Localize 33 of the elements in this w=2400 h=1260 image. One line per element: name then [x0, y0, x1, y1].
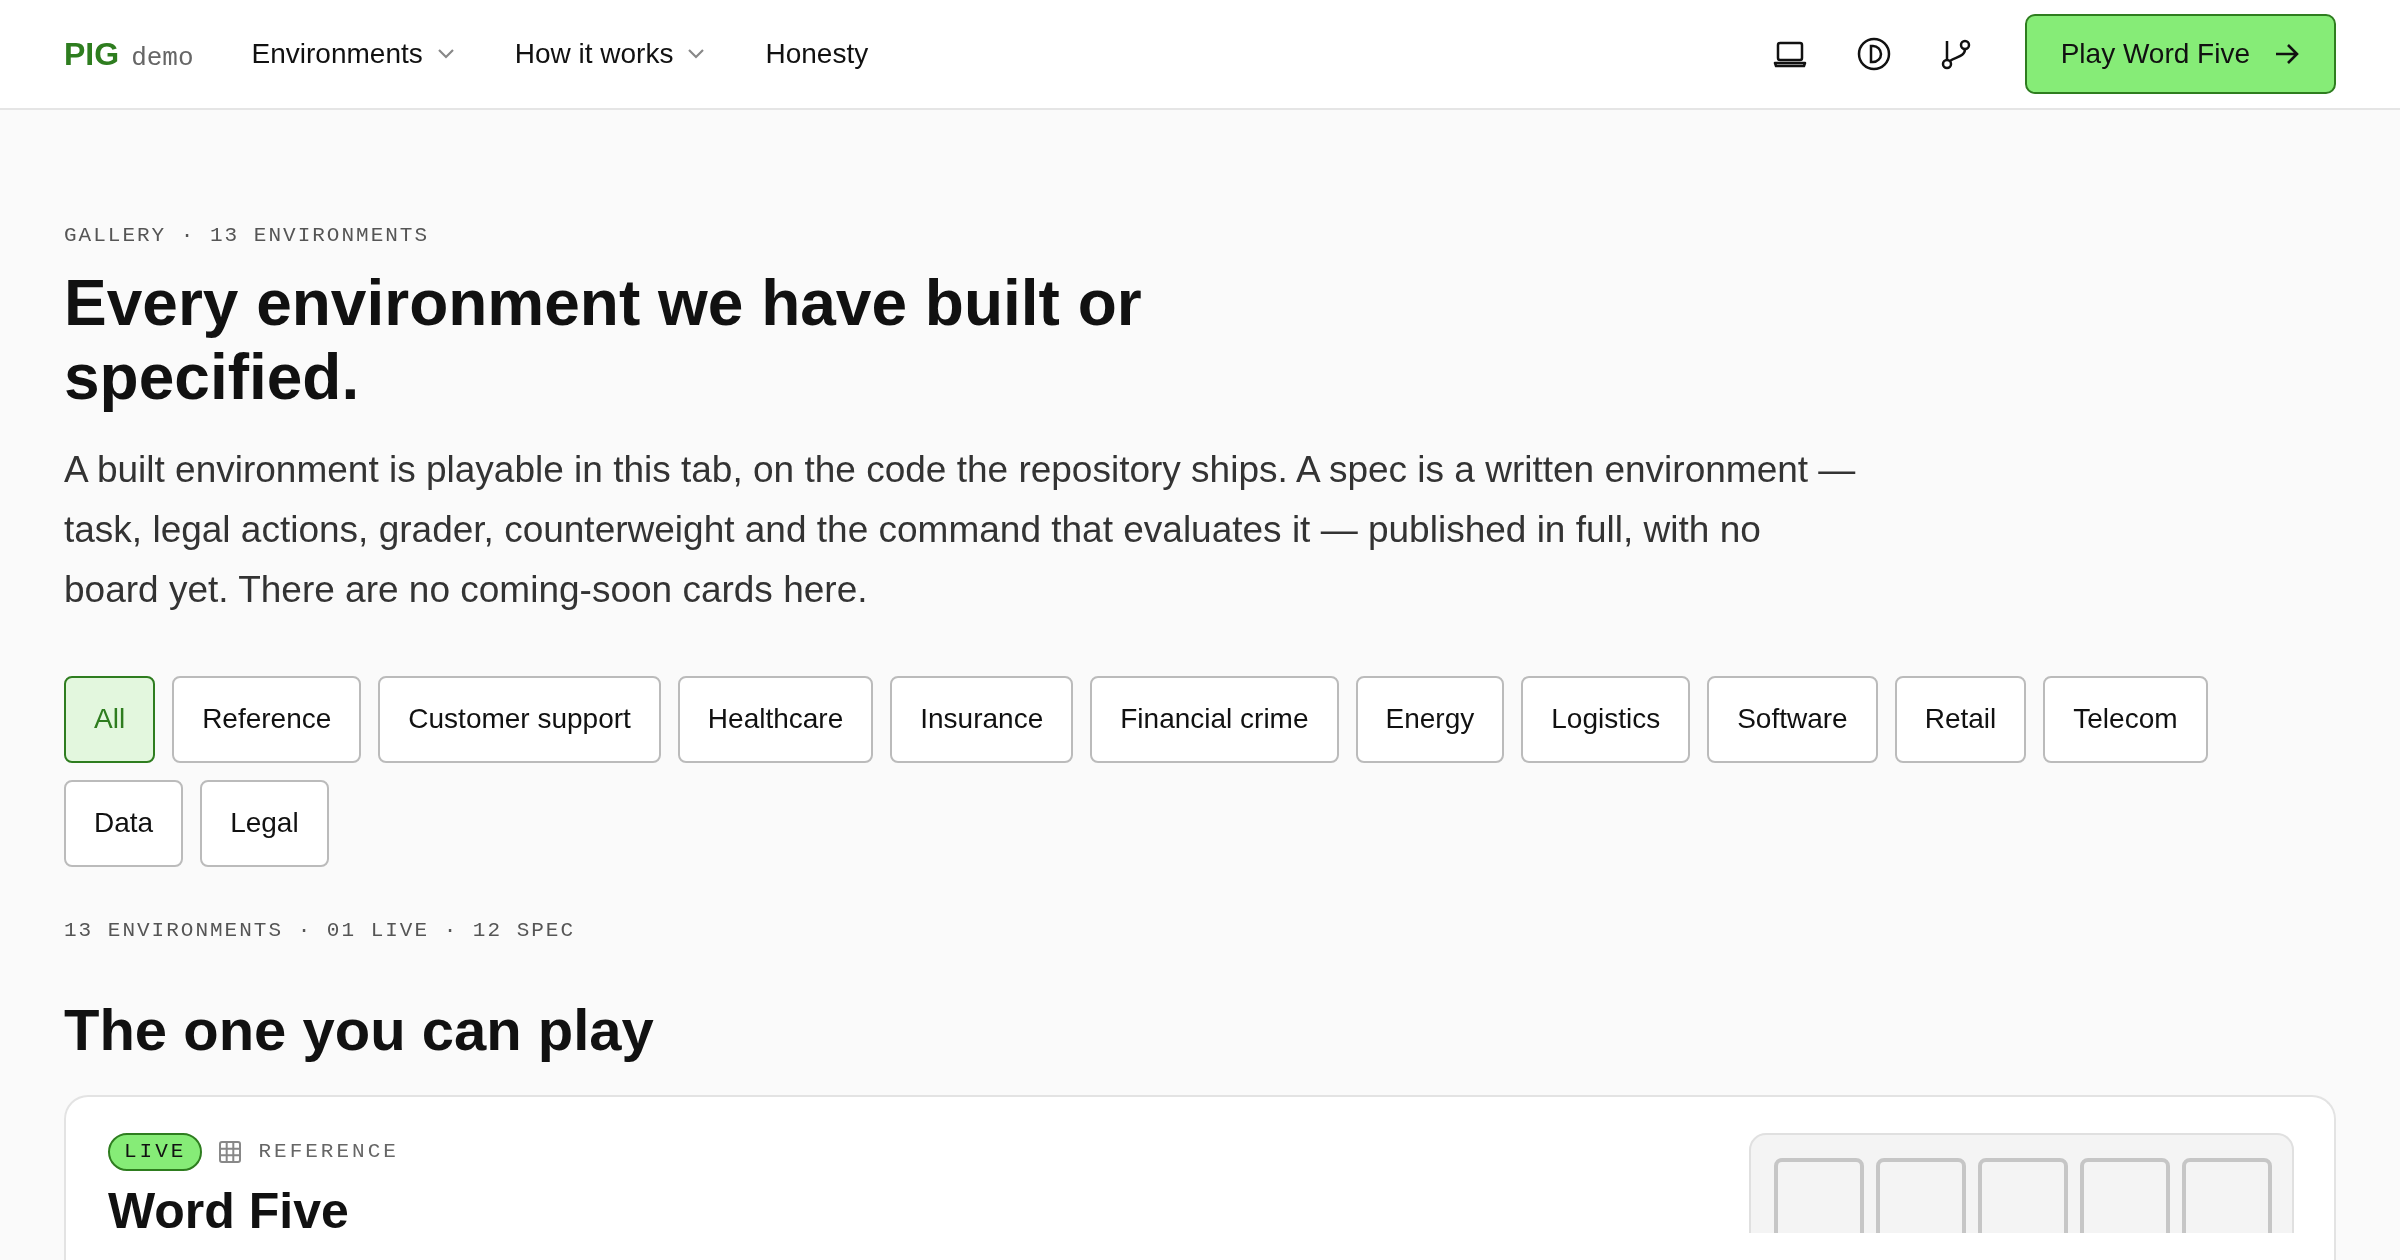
filter-chip[interactable]: Energy [1355, 675, 1505, 763]
filter-chip[interactable]: Data [64, 779, 184, 867]
laptop-icon[interactable] [1772, 40, 1807, 68]
card-title: Word Five [108, 1182, 350, 1241]
nav-link[interactable]: How it works [514, 33, 706, 75]
filter-chip[interactable]: Insurance [890, 675, 1074, 763]
grid-icon [218, 1140, 243, 1164]
intro-paragraph: A built environment is playable in this tab, on the code the repository ships. A spec is a written environment — task, legal actions, grader, counterweight and the command that evaluates it — published in full, with no board yet. There are no coming-soon cards here. [64, 447, 1857, 612]
filter-chip[interactable]: Customer support [378, 675, 661, 763]
theme-toggle-icon[interactable] [1856, 37, 1891, 71]
filter-chip[interactable]: Healthcare [677, 675, 874, 763]
status-badge: LIVE [108, 1133, 203, 1171]
branch-icon[interactable] [1940, 38, 1971, 70]
filter-chip[interactable]: Software [1707, 675, 1878, 763]
filter-chip[interactable]: Legal [200, 779, 329, 867]
environment-counts: 13 ENVIRONMENTS · 01 LIVE · 12 SPEC [64, 917, 577, 944]
eyebrow-label: GALLERY · 13 ENVIRONMENTS [64, 223, 431, 249]
nav-link[interactable]: Environments [251, 33, 455, 75]
play-button[interactable]: Play Word Five [2024, 14, 2336, 94]
category-label: REFERENCE [258, 1139, 399, 1166]
filter-chip[interactable]: Logistics [1521, 675, 1691, 763]
filter-chip[interactable]: All [64, 675, 156, 763]
logo-suffix: demo [131, 42, 194, 75]
environment-card[interactable]: LIVE REFERENCE Word Five [64, 1095, 2336, 1260]
filter-chip[interactable]: Financial crime [1090, 675, 1339, 763]
logo[interactable]: PIG [64, 30, 120, 78]
page-title: Every environment we have built or specified. [64, 265, 1143, 414]
filter-chip[interactable]: Reference [172, 675, 362, 763]
filter-chip[interactable]: Telecom [2043, 675, 2208, 763]
section-title: The one you can play [64, 996, 655, 1064]
nav-link[interactable]: Honesty [765, 33, 869, 75]
filter-chip[interactable]: Retail [1894, 675, 2027, 763]
arrow-right-icon [2274, 43, 2300, 65]
